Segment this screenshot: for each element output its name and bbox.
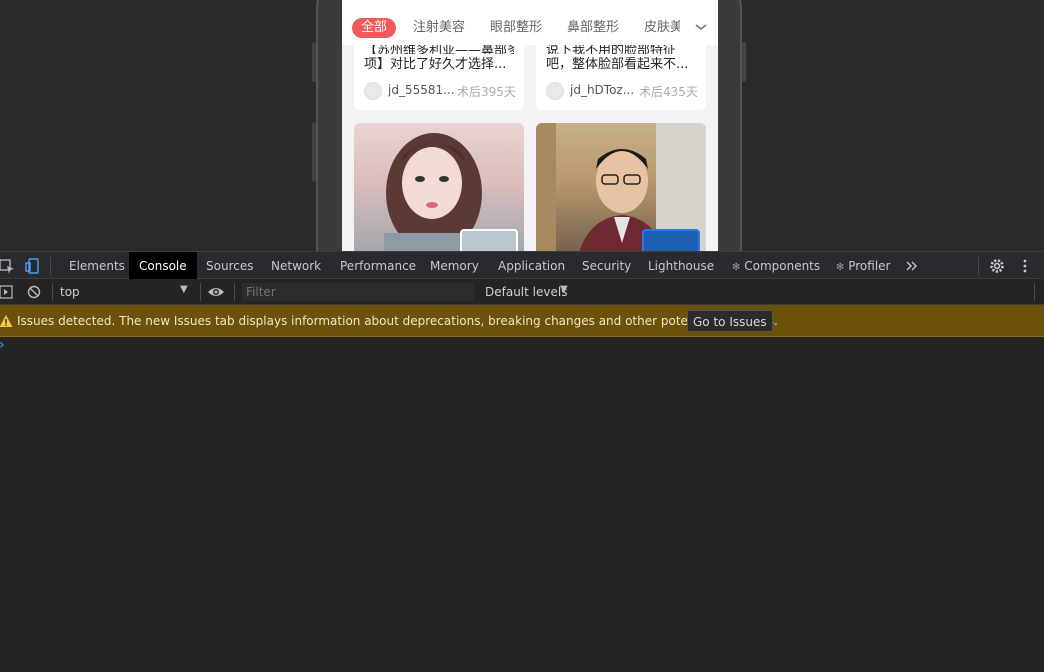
divider: [1034, 283, 1035, 301]
divider: [234, 283, 235, 301]
warning-icon: [0, 315, 13, 327]
context-value: top: [60, 285, 80, 299]
clear-console-icon[interactable]: [26, 284, 42, 300]
phone-side-button: [742, 42, 746, 82]
phone-side-button: [312, 122, 316, 182]
tab-security[interactable]: Security: [572, 252, 641, 279]
issues-banner: Issues detected. The new Issues tab disp…: [0, 305, 1044, 337]
tab-components[interactable]: ✻ Components: [722, 252, 830, 279]
divider: [52, 283, 53, 301]
post-time: 术后435天: [639, 85, 698, 99]
tab-profiler-label: Profiler: [848, 259, 891, 273]
post-title-line: 项】对比了好久才选择...: [364, 57, 507, 72]
tab-all-label[interactable]: 全部: [352, 18, 397, 38]
device-toolbar-icon[interactable]: [24, 257, 42, 275]
tabbar-backdrop: 全部 注射美容 眼部整形 鼻部整形 皮肤美: [342, 0, 718, 45]
device-viewport: 全部 注射美容 眼部整形 鼻部整形 皮肤美 【苏州维多利亚——鼻部多 项】对比了…: [0, 0, 1044, 251]
tab-performance[interactable]: Performance: [330, 252, 426, 279]
phone-side-button: [312, 42, 316, 82]
console-output[interactable]: ›: [0, 337, 1044, 672]
context-selector[interactable]: top ▼: [56, 279, 196, 305]
eye-icon[interactable]: [207, 284, 225, 300]
post-photo[interactable]: [536, 123, 706, 251]
app-screen: 全部 注射美容 眼部整形 鼻部整形 皮肤美 【苏州维多利亚——鼻部多 项】对比了…: [342, 0, 718, 251]
post-time: 术后395天: [457, 85, 516, 99]
tab-application[interactable]: Application: [488, 252, 575, 279]
tab-nose-label[interactable]: 鼻部整形: [567, 18, 619, 38]
inspect-element-icon[interactable]: [0, 257, 16, 275]
go-to-issues-button[interactable]: Go to Issues: [687, 310, 773, 332]
avatar: [364, 82, 382, 100]
post-username: jd_hDToz...: [570, 83, 635, 97]
console-prompt: ›: [0, 337, 5, 353]
devtools-tabbar: Elements Console Sources Network Perform…: [0, 251, 1044, 279]
tab-network[interactable]: Network: [261, 252, 331, 279]
gear-icon[interactable]: [988, 257, 1006, 275]
react-icon: ✻: [836, 262, 845, 273]
chevron-double-right-icon[interactable]: [903, 257, 921, 275]
tab-components-label: Components: [744, 259, 821, 273]
chevron-down-icon[interactable]: [694, 20, 708, 34]
react-icon: ✻: [732, 262, 741, 273]
tab-memory[interactable]: Memory: [420, 252, 489, 279]
dropdown-arrow-icon: ▼: [560, 284, 568, 295]
divider: [978, 257, 979, 275]
dropdown-arrow-icon: ▼: [180, 284, 188, 295]
sidebar-toggle-icon[interactable]: [0, 284, 14, 300]
tab-lighthouse[interactable]: Lighthouse: [638, 252, 724, 279]
console-filterbar: top ▼ Default levels ▼: [0, 279, 1044, 305]
avatar: [546, 82, 564, 100]
log-levels-label: Default levels: [485, 285, 568, 299]
tab-skin-label[interactable]: 皮肤美: [644, 18, 680, 38]
tab-sources[interactable]: Sources: [196, 252, 263, 279]
tab-injection-label[interactable]: 注射美容: [413, 18, 465, 38]
divider: [50, 257, 51, 275]
post-title-line: 吧，整体脸部看起来不...: [546, 57, 689, 72]
more-vertical-icon[interactable]: [1016, 257, 1034, 275]
thumbnail: [460, 229, 518, 251]
devtools-panel: Elements Console Sources Network Perform…: [0, 251, 1044, 672]
post-meta: jd_hDToz... 术后435天: [546, 81, 706, 101]
post-meta: jd_55581... 术后395天: [364, 81, 524, 101]
tab-console[interactable]: Console: [129, 252, 197, 279]
post-username: jd_55581...: [388, 83, 454, 97]
tab-profiler[interactable]: ✻ Profiler: [826, 252, 900, 279]
post-photo[interactable]: [354, 123, 524, 251]
thumbnail: [642, 229, 700, 251]
issues-message: Issues detected. The new Issues tab disp…: [17, 314, 778, 328]
tab-eye-label[interactable]: 眼部整形: [490, 18, 542, 38]
tab-elements[interactable]: Elements: [59, 252, 135, 279]
divider: [200, 283, 201, 301]
filter-input[interactable]: [242, 283, 474, 301]
log-levels-dropdown[interactable]: Default levels ▼: [478, 279, 588, 305]
